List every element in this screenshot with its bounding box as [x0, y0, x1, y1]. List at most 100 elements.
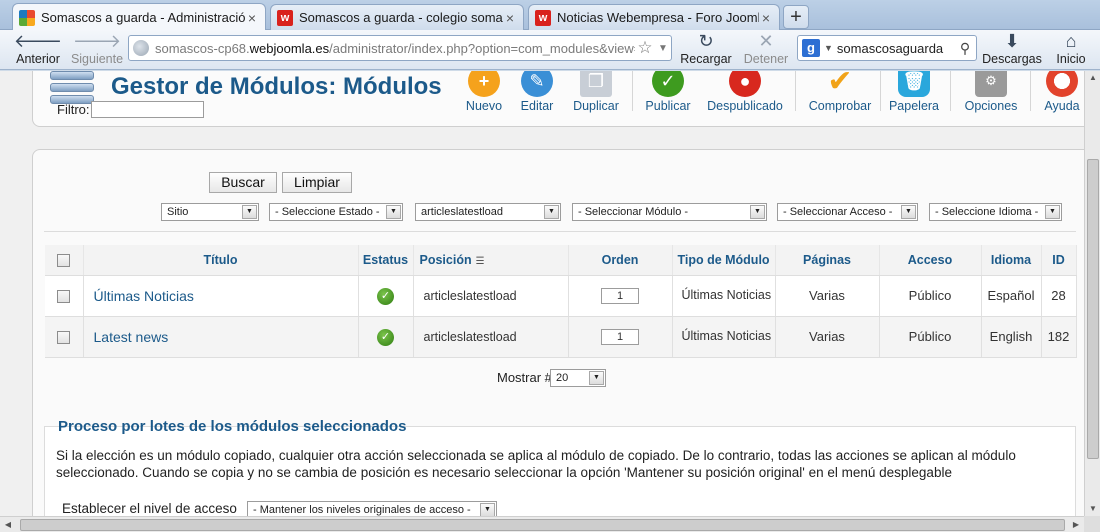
back-button[interactable]: 🡐 Anterior — [12, 30, 64, 70]
close-icon[interactable]: × — [503, 11, 517, 25]
clear-button[interactable]: Limpiar — [282, 172, 352, 193]
reload-button[interactable]: ↻ Recargar — [678, 30, 734, 70]
position-cell: articleslatestload — [413, 275, 569, 317]
chevron-down-icon: ▼ — [544, 205, 559, 219]
filter-input[interactable] — [91, 101, 204, 118]
close-icon[interactable]: × — [245, 11, 259, 25]
browser-tab-1[interactable]: Somascos a guarda - Administración ... × — [12, 3, 266, 31]
toolbar-new-button[interactable]: + Nuevo — [462, 71, 506, 117]
checkmark-icon: ✔ — [827, 71, 853, 98]
col-module-type[interactable]: Tipo de Módulo — [672, 245, 776, 276]
button-label: Duplicar — [573, 99, 619, 113]
scroll-up-icon[interactable]: ▲ — [1085, 71, 1100, 85]
google-icon[interactable]: g — [802, 39, 820, 57]
browser-tab-3[interactable]: w Noticias Webempresa - Foro Joomla!... … — [528, 4, 780, 30]
chevron-down-icon[interactable]: ▼ — [824, 43, 833, 53]
new-tab-button[interactable]: + — [783, 5, 809, 29]
col-access[interactable]: Acceso — [879, 245, 982, 276]
divider — [44, 231, 1076, 232]
pages-cell: Varias — [775, 275, 880, 317]
scroll-right-icon[interactable]: ▶ — [1068, 517, 1084, 532]
row-select-cell — [45, 275, 84, 317]
button-label: Publicar — [645, 99, 691, 113]
close-icon[interactable]: × — [759, 11, 773, 25]
search-button[interactable]: Buscar — [209, 172, 277, 193]
webempresa-icon: w — [277, 9, 293, 26]
col-id[interactable]: ID — [1041, 245, 1077, 276]
webempresa-icon: w — [535, 9, 551, 26]
button-label: Despublicado — [707, 99, 783, 113]
select-value: - Seleccione Idioma - — [935, 206, 1039, 218]
module-type-cell: Últimas Noticias — [672, 275, 776, 317]
language-cell: English — [981, 316, 1042, 358]
stop-label: Detener — [743, 52, 789, 66]
col-status[interactable]: Estatus — [358, 245, 414, 276]
access-select[interactable]: - Seleccionar Acceso - ▼ — [777, 203, 918, 221]
access-cell: Público — [879, 275, 982, 317]
scrollbar-thumb[interactable] — [20, 519, 1065, 531]
star-icon[interactable]: ☆ — [635, 38, 655, 58]
scrollbar-thumb[interactable] — [1087, 159, 1099, 459]
search-input[interactable]: somascosaguarda — [837, 41, 954, 56]
joomla-icon — [19, 9, 35, 26]
pencil-icon: ✎ — [521, 71, 553, 97]
toolbar-publish-button[interactable]: ✓ Publicar — [642, 71, 694, 117]
col-language[interactable]: Idioma — [981, 245, 1042, 276]
order-input[interactable]: 1 — [601, 288, 639, 304]
scroll-down-icon[interactable]: ▼ — [1085, 502, 1100, 516]
toolbar-checkin-button[interactable]: ✔ Comprobar — [806, 71, 874, 117]
row-checkbox[interactable] — [57, 290, 71, 304]
position-select[interactable]: articleslatestload ▼ — [415, 203, 561, 221]
module-title-link[interactable]: Últimas Noticias — [83, 275, 359, 317]
language-cell: Español — [981, 275, 1042, 317]
toolbar-trash-button[interactable]: 🗑 Papelera — [887, 71, 941, 117]
toolbar-help-button[interactable]: Ayuda — [1040, 71, 1084, 117]
module-title-link[interactable]: Latest news — [83, 316, 359, 358]
stop-button[interactable]: ✕ Detener — [739, 30, 793, 70]
state-select[interactable]: - Seleccione Estado - ▼ — [269, 203, 403, 221]
published-icon[interactable]: ✓ — [377, 328, 394, 346]
col-title[interactable]: Título — [83, 245, 359, 276]
select-value: 20 — [556, 372, 569, 384]
browser-tab-2[interactable]: w Somascos a guarda - colegio somasc... … — [270, 4, 524, 30]
check-icon: ✓ — [652, 71, 684, 97]
pages-cell: Varias — [775, 316, 880, 358]
id-cell: 182 — [1041, 316, 1077, 358]
toolbar-duplicate-button[interactable]: ❐ Duplicar — [570, 71, 622, 117]
downloads-button[interactable]: ⬇ Descargas — [982, 30, 1042, 70]
chevron-down-icon[interactable]: ▼ — [655, 43, 671, 54]
url-text[interactable]: somascos-cp68.webjoomla.es/administrator… — [155, 41, 635, 56]
language-select[interactable]: - Seleccione Idioma - ▼ — [929, 203, 1062, 221]
chevron-down-icon: ▼ — [750, 205, 765, 219]
pagination-limit-select[interactable]: 20 ▼ — [550, 369, 606, 387]
select-value: Sitio — [167, 206, 189, 218]
module-select[interactable]: - Seleccionar Módulo - ▼ — [572, 203, 767, 221]
vertical-scrollbar[interactable]: ▲ ▼ — [1084, 71, 1100, 516]
address-bar[interactable]: somascos-cp68.webjoomla.es/administrator… — [128, 35, 672, 61]
toolbar-options-button[interactable]: ⚙ Opciones — [962, 71, 1020, 117]
horizontal-scrollbar[interactable]: ◀ ▶ — [0, 516, 1084, 532]
home-button[interactable]: ⌂ Inicio — [1050, 30, 1092, 70]
browser-nav-bar: 🡐 Anterior 🡒 Siguiente somascos-cp68.web… — [0, 30, 1100, 70]
id-cell: 28 — [1041, 275, 1077, 317]
select-all-checkbox[interactable] — [57, 253, 71, 267]
scroll-left-icon[interactable]: ◀ — [0, 517, 16, 532]
col-position[interactable]: Posición ☰ — [413, 245, 569, 276]
page-title: Gestor de Módulos: Módulos — [111, 73, 442, 100]
home-icon: ⌂ — [1065, 31, 1077, 51]
order-input[interactable]: 1 — [601, 329, 639, 345]
forward-button[interactable]: 🡒 Siguiente — [68, 30, 126, 70]
row-checkbox[interactable] — [57, 331, 71, 345]
toolbar-unpublish-button[interactable]: ● Despublicado — [705, 71, 785, 117]
toolbar-separator — [950, 71, 951, 111]
search-bar[interactable]: g ▼ somascosaguarda ⚲ — [797, 35, 977, 61]
search-icon[interactable]: ⚲ — [954, 40, 976, 57]
client-select[interactable]: Sitio ▼ — [161, 203, 259, 221]
toolbar-edit-button[interactable]: ✎ Editar — [515, 71, 559, 117]
chevron-down-icon: ▼ — [589, 371, 604, 385]
col-pages[interactable]: Páginas — [775, 245, 880, 276]
published-icon[interactable]: ✓ — [377, 287, 394, 305]
col-order[interactable]: Orden — [568, 245, 673, 276]
col-position-label: Posición — [419, 252, 472, 267]
downloads-label: Descargas — [982, 52, 1042, 66]
